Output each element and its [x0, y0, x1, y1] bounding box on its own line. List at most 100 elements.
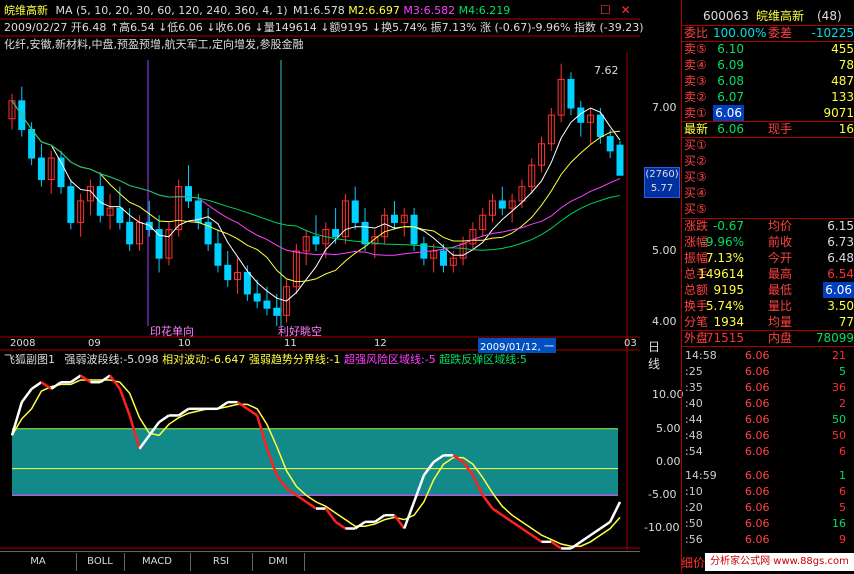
candle-body	[616, 144, 624, 176]
waipan-row: 外盘 71515 内盘 78099	[681, 330, 854, 346]
indicator-line1: 强弱波段线:-5.098	[64, 353, 159, 366]
peak-price-label: 7.62	[594, 64, 619, 77]
stat-row: 涨幅 -9.96% 前收 6.73	[681, 234, 854, 250]
bid-row[interactable]: 买④	[681, 185, 854, 201]
detail-label[interactable]: 细价	[681, 554, 705, 571]
strength-band-segment	[20, 388, 33, 403]
stat-row: 涨跌 -0.67 均价 6.15	[681, 218, 854, 234]
ask-price: 6.09	[717, 58, 744, 72]
tick-time: :48	[685, 429, 703, 442]
bid-label: 买③	[684, 170, 707, 184]
date-label-03: 03	[624, 338, 637, 349]
candle-body	[361, 221, 369, 245]
stat-value-right: 6.73	[827, 235, 854, 249]
candle-body	[126, 221, 134, 245]
stat-label-left: 涨跌	[684, 219, 709, 233]
tick-volume: 50	[832, 413, 846, 426]
tab-macd[interactable]: MACD	[124, 553, 191, 571]
ask-price: 6.08	[717, 74, 744, 88]
candle-body	[439, 250, 447, 266]
stat-row: 总额 9195 最低 6.06	[681, 282, 854, 298]
ask-row[interactable]: 卖① 6.06 9071	[681, 105, 854, 121]
stock-title-row: 600063 皖维高新 (48)	[681, 8, 854, 24]
tick-volume: 16	[832, 517, 846, 530]
strength-band-segment	[236, 401, 249, 410]
candle-body	[96, 186, 104, 216]
ask-row[interactable]: 卖③ 6.08 487	[681, 73, 854, 89]
weibi-value: 100.00%	[713, 26, 767, 40]
candle-body	[28, 128, 36, 159]
strength-band-segment	[30, 381, 43, 390]
period-label[interactable]: 日线	[648, 338, 660, 372]
stat-value-right: 6.48	[827, 251, 854, 265]
tab-rsi[interactable]: RSI	[190, 553, 253, 571]
tick-price: 6.06	[745, 501, 770, 514]
strength-band-segment	[599, 520, 611, 530]
date-label-10: 10	[178, 338, 191, 349]
candle-body	[253, 293, 261, 302]
date-label-11: 11	[284, 338, 297, 349]
tick-row: :25 6.06 5	[681, 364, 854, 379]
ask-volume: 487	[831, 74, 854, 88]
stat-value-left: 149614	[698, 267, 744, 281]
bid-row[interactable]: 买③	[681, 169, 854, 185]
current-box-bottom: 5.77	[650, 183, 674, 194]
bid-label: 买②	[684, 154, 707, 168]
candle-body	[410, 214, 418, 245]
ind-axis-10: 10.00	[652, 388, 684, 401]
ind-axis-neg10: -10.00	[644, 521, 680, 534]
stat-value-right: 6.06	[823, 282, 854, 298]
stock-count: (48)	[817, 9, 842, 23]
bid-row[interactable]: 买②	[681, 153, 854, 169]
price-label-1: 7.00	[652, 101, 677, 114]
tick-row: :50 6.06 16	[681, 516, 854, 531]
tick-price: 6.06	[745, 349, 770, 362]
watermark: 分析家公式网 www.88gs.com	[705, 553, 854, 571]
chart-area[interactable]: 皖维高新 MA (5, 10, 20, 30, 60, 120, 240, 36…	[0, 0, 684, 550]
waipan-label: 外盘	[684, 331, 709, 345]
indicator-zone	[12, 429, 618, 496]
stat-value-left: -0.67	[712, 219, 744, 233]
bid-row[interactable]: 买①	[681, 137, 854, 153]
ask-row[interactable]: 卖④ 6.09 78	[681, 57, 854, 73]
tick-row: :56 6.06 9	[681, 532, 854, 547]
strength-band-segment	[295, 494, 307, 503]
stat-row: 振幅 7.13% 今开 6.48	[681, 250, 854, 266]
ind-axis-5: 5.00	[656, 422, 681, 435]
bid-row[interactable]: 买⑤	[681, 201, 854, 217]
tab-dmi[interactable]: DMI	[252, 553, 305, 571]
candle-body	[67, 186, 75, 223]
tick-time: 14:58	[685, 349, 717, 362]
tick-time: :50	[685, 517, 703, 530]
current-box-top: (2760)	[645, 169, 679, 180]
annotation-right: 利好眺空	[278, 325, 322, 338]
divider	[681, 346, 854, 347]
candle-body	[567, 78, 575, 109]
candle-body	[273, 307, 281, 316]
bid-label: 买⑤	[684, 202, 707, 216]
price-label-3: 5.00	[652, 244, 677, 257]
bid-label: 买①	[684, 138, 707, 152]
stat-value-right: 6.54	[827, 267, 854, 281]
bid-label: 买④	[684, 186, 707, 200]
ask-volume: 78	[838, 58, 854, 72]
price-indicator-svg[interactable]	[0, 0, 640, 550]
tab-ma[interactable]: MA	[0, 553, 77, 571]
tick-volume: 6	[839, 445, 846, 458]
candle-body	[351, 200, 359, 223]
strength-band-segment	[570, 540, 582, 550]
tick-row: 14:59 6.06 1	[681, 468, 854, 483]
ask-price: 6.10	[717, 42, 744, 56]
ask-row[interactable]: 卖⑤ 6.10 455	[681, 41, 854, 57]
stat-value-left: -9.96%	[701, 235, 744, 249]
ask-row[interactable]: 卖② 6.07 133	[681, 89, 854, 105]
tick-price: 6.06	[745, 365, 770, 378]
indicator-line5: 超跌反弹区域线:5	[439, 353, 527, 366]
date-label-09: 09	[88, 338, 101, 349]
tick-price: 6.06	[745, 429, 770, 442]
xianshou-label: 现手	[768, 122, 793, 136]
tick-row: 14:58 6.06 21	[681, 348, 854, 363]
strength-band-segment	[50, 381, 62, 390]
tab-boll[interactable]: BOLL	[76, 553, 125, 571]
candle-body	[263, 300, 271, 309]
